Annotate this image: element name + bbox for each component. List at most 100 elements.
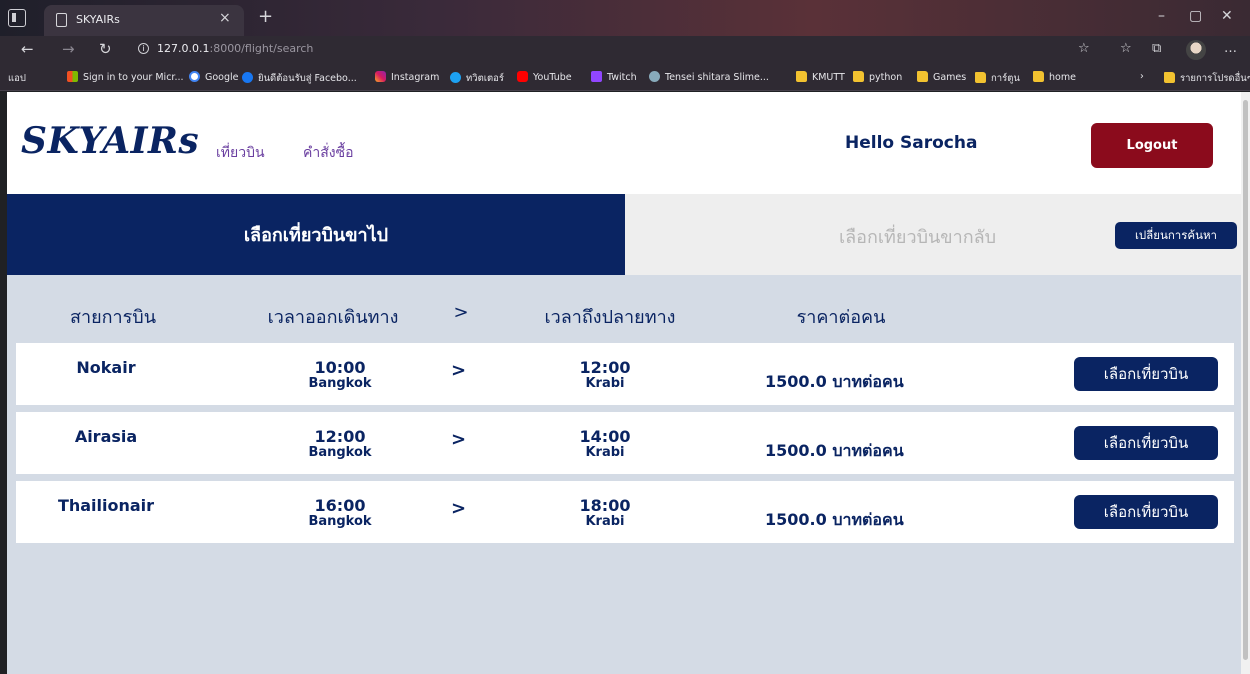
arrival-city: Krabi — [585, 514, 625, 529]
folder-icon — [1164, 72, 1175, 83]
new-tab-icon[interactable]: + — [258, 6, 273, 27]
column-header-airline: สายการบิน — [69, 307, 157, 328]
departure-time: 16:00 — [314, 496, 366, 515]
airline-name: Nokair — [76, 358, 136, 377]
twitter-icon — [450, 72, 461, 83]
folder-icon — [796, 71, 807, 82]
url-path: :8000/flight/search — [209, 42, 314, 55]
select-flight-button[interactable]: เลือกเที่ยวบิน — [1074, 426, 1218, 460]
bookmark-instagram[interactable]: Instagram — [375, 71, 439, 83]
arrival-info: 14:00 Krabi — [545, 428, 665, 460]
route-arrow: > — [451, 498, 467, 519]
price-per-person: 1500.0 บาทต่อคน — [765, 372, 904, 391]
youtube-icon — [517, 71, 528, 82]
departure-info: 12:00 Bangkok — [280, 428, 400, 460]
departure-city: Bangkok — [308, 445, 372, 460]
bookmark-microsoft[interactable]: Sign in to your Micr... — [67, 71, 184, 83]
bookmark-other[interactable]: รายการโปรดอื่นๆ — [1164, 71, 1250, 86]
folder-icon — [1033, 71, 1044, 82]
bookmarks-overflow-icon[interactable]: › — [1140, 71, 1144, 82]
minimize-icon[interactable]: – — [1158, 8, 1165, 24]
bookmark-slime[interactable]: Tensei shitara Slime... — [649, 71, 769, 83]
bookmark-home[interactable]: home — [1033, 71, 1076, 83]
tab-return-flight[interactable]: เลือกเที่ยวบินขากลับ เปลี่ยนการค้นหา — [625, 194, 1241, 275]
folder-icon — [853, 71, 864, 82]
browser-titlebar: SKYAIRs × + – ▢ ✕ — [0, 0, 1250, 36]
departure-time: 10:00 — [314, 358, 366, 377]
read-aloud-icon[interactable]: ☆ — [1078, 41, 1090, 56]
route-arrow: > — [451, 429, 467, 450]
site-logo[interactable]: SKYAIRs — [21, 120, 199, 162]
flight-row: Thailionair 16:00 Bangkok > 18:00 Krabi … — [16, 481, 1234, 543]
airline-name: Thailionair — [57, 496, 155, 515]
scrollbar-thumb[interactable] — [1243, 100, 1248, 660]
column-header-arrival: เวลาถึงปลายทาง — [544, 307, 676, 328]
arrival-time: 18:00 — [579, 496, 631, 515]
bookmark-cartoon[interactable]: การ์ตูน — [975, 71, 1020, 86]
departure-city: Bangkok — [308, 514, 372, 529]
address-bar[interactable]: i 127.0.0.1:8000/flight/search — [138, 42, 313, 55]
folder-icon — [975, 72, 986, 83]
arrival-info: 18:00 Krabi — [545, 497, 665, 529]
back-icon[interactable]: ← — [21, 40, 34, 58]
bookmark-twitter[interactable]: ทวิตเตอร์ — [450, 71, 504, 86]
select-flight-button[interactable]: เลือกเที่ยวบิน — [1074, 495, 1218, 529]
logout-button[interactable]: Logout — [1091, 123, 1213, 168]
window-close-icon[interactable]: ✕ — [1221, 8, 1233, 24]
bookmark-twitch[interactable]: Twitch — [591, 71, 637, 83]
twitch-icon — [591, 71, 602, 82]
restore-icon[interactable]: ▢ — [1189, 8, 1202, 24]
change-search-button[interactable]: เปลี่ยนการค้นหา — [1115, 222, 1237, 249]
more-menu-icon[interactable]: … — [1224, 41, 1237, 56]
bookmark-facebook[interactable]: ยินดีต้อนรับสู่ Facebo... — [242, 71, 357, 86]
site-header: SKYAIRs เที่ยวบิน คำสั่งซื้อ Hello Saroc… — [7, 92, 1241, 194]
instagram-icon — [375, 71, 386, 82]
departure-time: 12:00 — [314, 427, 366, 446]
profile-avatar[interactable] — [1186, 40, 1206, 60]
tab-actions-icon[interactable] — [8, 9, 26, 27]
page-icon — [56, 13, 67, 27]
bookmark-kmutt[interactable]: KMUTT — [796, 71, 845, 83]
airline-name: Airasia — [74, 427, 138, 446]
page-content: SKYAIRs เที่ยวบิน คำสั่งซื้อ Hello Saroc… — [7, 92, 1241, 674]
bookmark-youtube[interactable]: YouTube — [517, 71, 572, 83]
tab-title: SKYAIRs — [76, 13, 120, 26]
browser-toolbar: ← → ↻ i 127.0.0.1:8000/flight/search ☆ ☆ … — [0, 36, 1250, 64]
column-header-arrow: > — [453, 302, 469, 323]
bookmark-google[interactable]: Google — [189, 71, 239, 83]
bookmarks-bar: แอป Sign in to your Micr... Google ยินดี… — [0, 64, 1250, 174]
favorites-icon[interactable]: ☆ — [1120, 41, 1132, 56]
microsoft-icon — [67, 71, 78, 82]
site-info-icon[interactable]: i — [138, 43, 149, 54]
arrival-city: Krabi — [585, 376, 625, 391]
user-greeting: Hello Sarocha — [845, 133, 978, 153]
departure-city: Bangkok — [308, 376, 372, 391]
page-scrollbar[interactable] — [1241, 92, 1250, 674]
nav-flights[interactable]: เที่ยวบิน — [216, 142, 265, 164]
bookmark-apps[interactable]: แอป — [8, 71, 26, 174]
select-flight-button[interactable]: เลือกเที่ยวบิน — [1074, 357, 1218, 391]
column-header-departure: เวลาออกเดินทาง — [267, 307, 399, 328]
bookmark-games[interactable]: Games — [917, 71, 966, 83]
flight-row: Nokair 10:00 Bangkok > 12:00 Krabi 1500.… — [16, 343, 1234, 405]
url-host: 127.0.0.1 — [157, 42, 210, 55]
refresh-icon[interactable]: ↻ — [99, 40, 112, 58]
forward-icon[interactable]: → — [62, 40, 75, 58]
tab-outbound-flight[interactable]: เลือกเที่ยวบินขาไป — [7, 194, 625, 275]
tab-close-icon[interactable]: × — [219, 10, 231, 26]
arrival-time: 12:00 — [579, 358, 631, 377]
nav-orders[interactable]: คำสั่งซื้อ — [303, 142, 354, 164]
route-arrow: > — [451, 360, 467, 381]
column-header-price: ราคาต่อคน — [796, 307, 886, 328]
departure-info: 10:00 Bangkok — [280, 359, 400, 391]
tab-outbound-label: เลือกเที่ยวบินขาไป — [243, 225, 389, 246]
collections-icon[interactable]: ⧉ — [1152, 41, 1161, 56]
price-per-person: 1500.0 บาทต่อคน — [765, 441, 904, 460]
departure-info: 16:00 Bangkok — [280, 497, 400, 529]
folder-icon — [917, 71, 928, 82]
tab-return-label: เลือกเที่ยวบินขากลับ — [839, 227, 997, 248]
google-icon — [189, 71, 200, 82]
bookmark-python[interactable]: python — [853, 71, 902, 83]
facebook-icon — [242, 72, 253, 83]
browser-tab[interactable]: SKYAIRs × — [44, 5, 244, 36]
